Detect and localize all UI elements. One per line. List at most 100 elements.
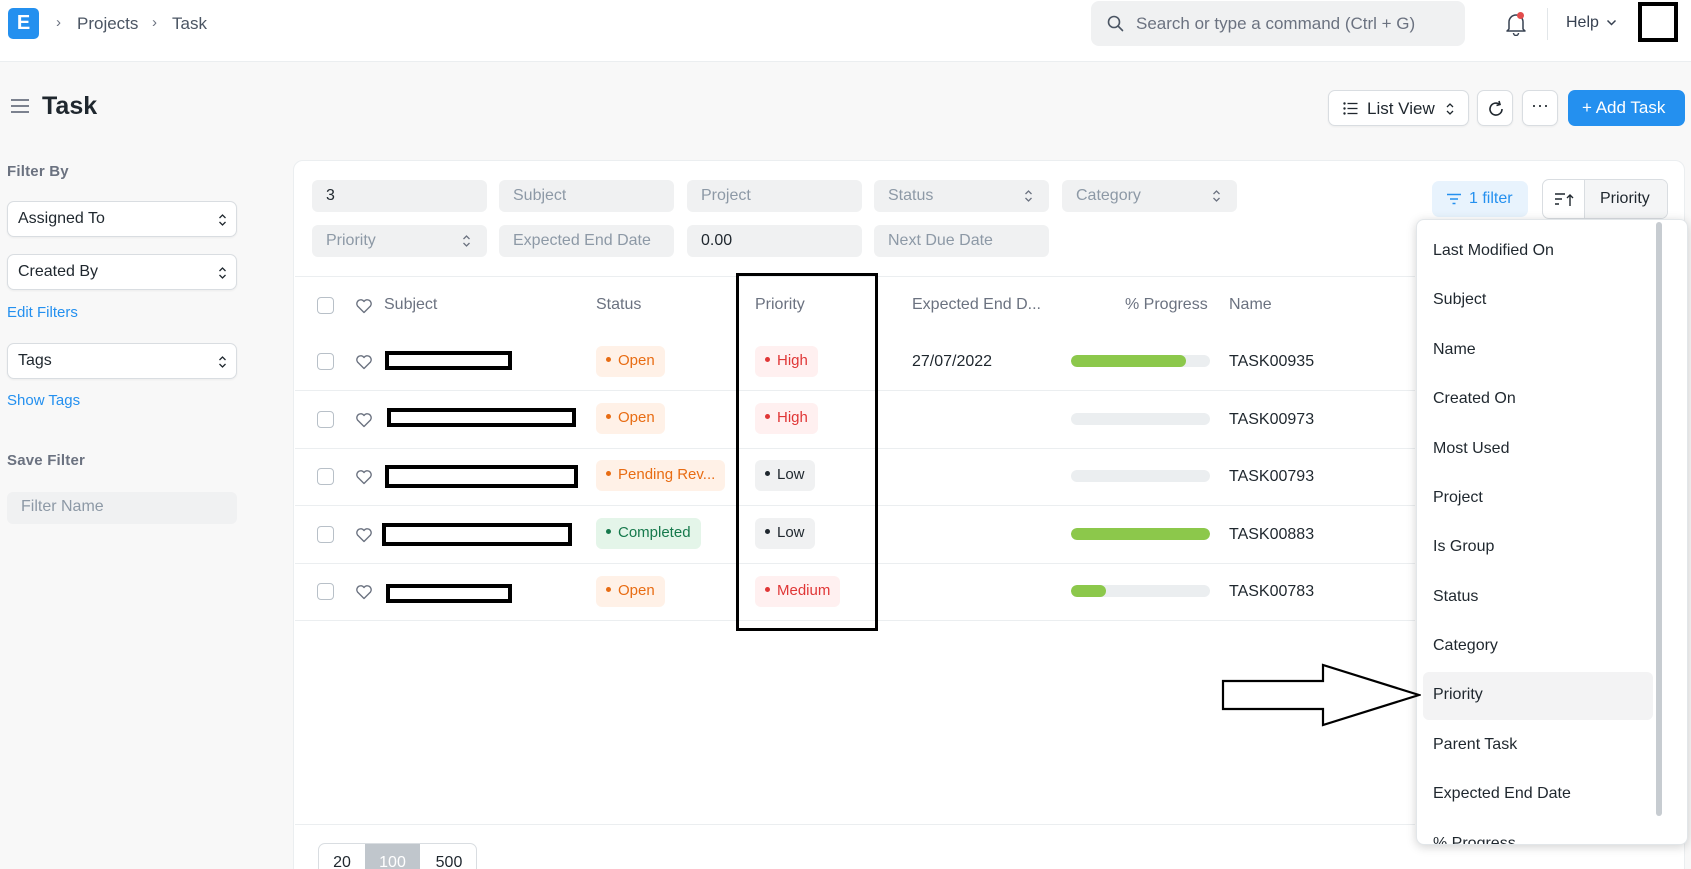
heart-icon[interactable] <box>355 527 373 543</box>
column-progress[interactable]: % Progress <box>1125 296 1208 314</box>
status-badge: Open <box>596 403 665 434</box>
add-task-label: + Add Task <box>1582 98 1666 117</box>
heart-icon[interactable] <box>355 469 373 485</box>
sort-option-is-group[interactable]: Is Group <box>1423 524 1653 572</box>
progress-bar <box>1071 413 1210 425</box>
task-name[interactable]: TASK00793 <box>1229 468 1314 486</box>
subject-filter[interactable]: Subject <box>499 180 674 212</box>
page-title: Task <box>42 92 98 120</box>
task-name[interactable]: TASK00883 <box>1229 526 1314 544</box>
assigned-to-select[interactable]: Assigned To <box>7 201 237 237</box>
sort-option-subject[interactable]: Subject <box>1423 277 1653 325</box>
list-view-label: List View <box>1367 99 1435 118</box>
sort-option-created-on[interactable]: Created On <box>1423 376 1653 424</box>
progress-fill <box>1071 528 1210 540</box>
id-filter[interactable]: 3 <box>312 180 487 212</box>
progress-fill <box>1071 585 1106 597</box>
priority-filter-label: Priority <box>326 232 376 249</box>
filter-button[interactable]: 1 filter <box>1432 181 1528 217</box>
search-bar[interactable]: Search or type a command (Ctrl + G) <box>1091 1 1465 46</box>
sort-option-priority[interactable]: Priority <box>1423 672 1653 720</box>
category-filter-label: Category <box>1076 187 1141 204</box>
task-name[interactable]: TASK00935 <box>1229 353 1314 371</box>
sort-option-project[interactable]: Project <box>1423 475 1653 523</box>
row-checkbox[interactable] <box>317 583 334 600</box>
refresh-icon <box>1489 100 1503 116</box>
heart-icon[interactable] <box>355 584 373 600</box>
sort-option-category[interactable]: Category <box>1423 623 1653 671</box>
created-by-select[interactable]: Created By <box>7 254 237 290</box>
column-subject[interactable]: Subject <box>384 296 437 314</box>
heart-icon[interactable] <box>355 412 373 428</box>
status-filter[interactable]: Status <box>874 180 1049 212</box>
refresh-button[interactable] <box>1477 90 1513 126</box>
priority-column-highlight <box>736 273 878 631</box>
breadcrumb-projects[interactable]: Projects <box>77 14 138 34</box>
heart-icon[interactable] <box>355 298 373 314</box>
hamburger-icon[interactable] <box>10 98 30 114</box>
page-length-100[interactable]: 100 <box>365 844 420 869</box>
chevron-right-icon: › <box>56 14 61 31</box>
up-down-icon <box>463 235 470 247</box>
created-by-label: Created By <box>18 263 99 280</box>
heart-icon[interactable] <box>355 354 373 370</box>
task-name[interactable]: TASK00973 <box>1229 411 1314 429</box>
project-filter-label: Project <box>701 187 751 204</box>
row-checkbox[interactable] <box>317 526 334 543</box>
column-name[interactable]: Name <box>1229 296 1272 314</box>
sort-option-progress[interactable]: % Progress <box>1423 821 1653 844</box>
app-logo[interactable]: E <box>8 8 39 39</box>
row-checkbox[interactable] <box>317 468 334 485</box>
redacted-subject[interactable] <box>385 351 512 370</box>
add-task-button[interactable]: + Add Task <box>1568 90 1685 126</box>
progress-filter[interactable]: 0.00 <box>687 225 862 257</box>
edit-filters-link[interactable]: Edit Filters <box>7 304 78 321</box>
filter-name-input[interactable]: Filter Name <box>7 492 237 524</box>
show-tags-link[interactable]: Show Tags <box>7 392 80 409</box>
assigned-to-label: Assigned To <box>18 210 105 227</box>
notification-dot <box>1517 12 1524 19</box>
progress-filter-value: 0.00 <box>701 232 733 249</box>
sort-order-button[interactable] <box>1543 180 1585 218</box>
next-due-date-filter[interactable]: Next Due Date <box>874 225 1049 257</box>
row-checkbox[interactable] <box>317 353 334 370</box>
divider <box>295 824 1415 825</box>
chevron-down-icon[interactable] <box>1606 17 1617 28</box>
project-filter[interactable]: Project <box>687 180 862 212</box>
sort-option-parent-task[interactable]: Parent Task <box>1423 722 1653 770</box>
tags-select[interactable]: Tags <box>7 343 237 379</box>
list-view-button[interactable]: List View <box>1328 90 1469 126</box>
sort-option-status[interactable]: Status <box>1423 574 1653 622</box>
ellipsis-icon: ··· <box>1531 95 1549 115</box>
column-status[interactable]: Status <box>596 296 641 314</box>
category-filter[interactable]: Category <box>1062 180 1237 212</box>
more-actions-button[interactable]: ··· <box>1522 90 1558 126</box>
dropdown-scrollbar[interactable] <box>1656 222 1662 816</box>
up-down-icon <box>219 356 226 368</box>
redacted-subject[interactable] <box>387 408 576 427</box>
divider <box>1547 8 1548 40</box>
row-checkbox[interactable] <box>317 411 334 428</box>
search-placeholder: Search or type a command (Ctrl + G) <box>1136 14 1416 33</box>
avatar[interactable] <box>1638 2 1678 42</box>
sort-option-name[interactable]: Name <box>1423 327 1653 375</box>
task-name[interactable]: TASK00783 <box>1229 583 1314 601</box>
priority-filter[interactable]: Priority <box>312 225 487 257</box>
expected-end-date-filter[interactable]: Expected End Date <box>499 225 674 257</box>
redacted-subject[interactable] <box>386 584 512 603</box>
select-all-checkbox[interactable] <box>317 297 334 314</box>
tags-label: Tags <box>18 352 52 369</box>
filter-button-label: 1 filter <box>1469 190 1513 207</box>
breadcrumb-task[interactable]: Task <box>172 14 207 34</box>
page-length-500[interactable]: 500 <box>420 844 476 869</box>
help-menu[interactable]: Help <box>1566 14 1599 32</box>
filter-by-heading: Filter By <box>7 163 69 180</box>
sort-by-button[interactable]: Priority <box>1585 180 1667 218</box>
redacted-subject[interactable] <box>385 465 578 488</box>
column-expected-end-date[interactable]: Expected End D... <box>912 296 1041 314</box>
sort-option-most-used[interactable]: Most Used <box>1423 426 1653 474</box>
redacted-subject[interactable] <box>382 523 572 546</box>
sort-option-last-modified-on[interactable]: Last Modified On <box>1423 228 1653 276</box>
sort-option-expected-end-date[interactable]: Expected End Date <box>1423 771 1653 819</box>
page-length-20[interactable]: 20 <box>319 844 365 869</box>
